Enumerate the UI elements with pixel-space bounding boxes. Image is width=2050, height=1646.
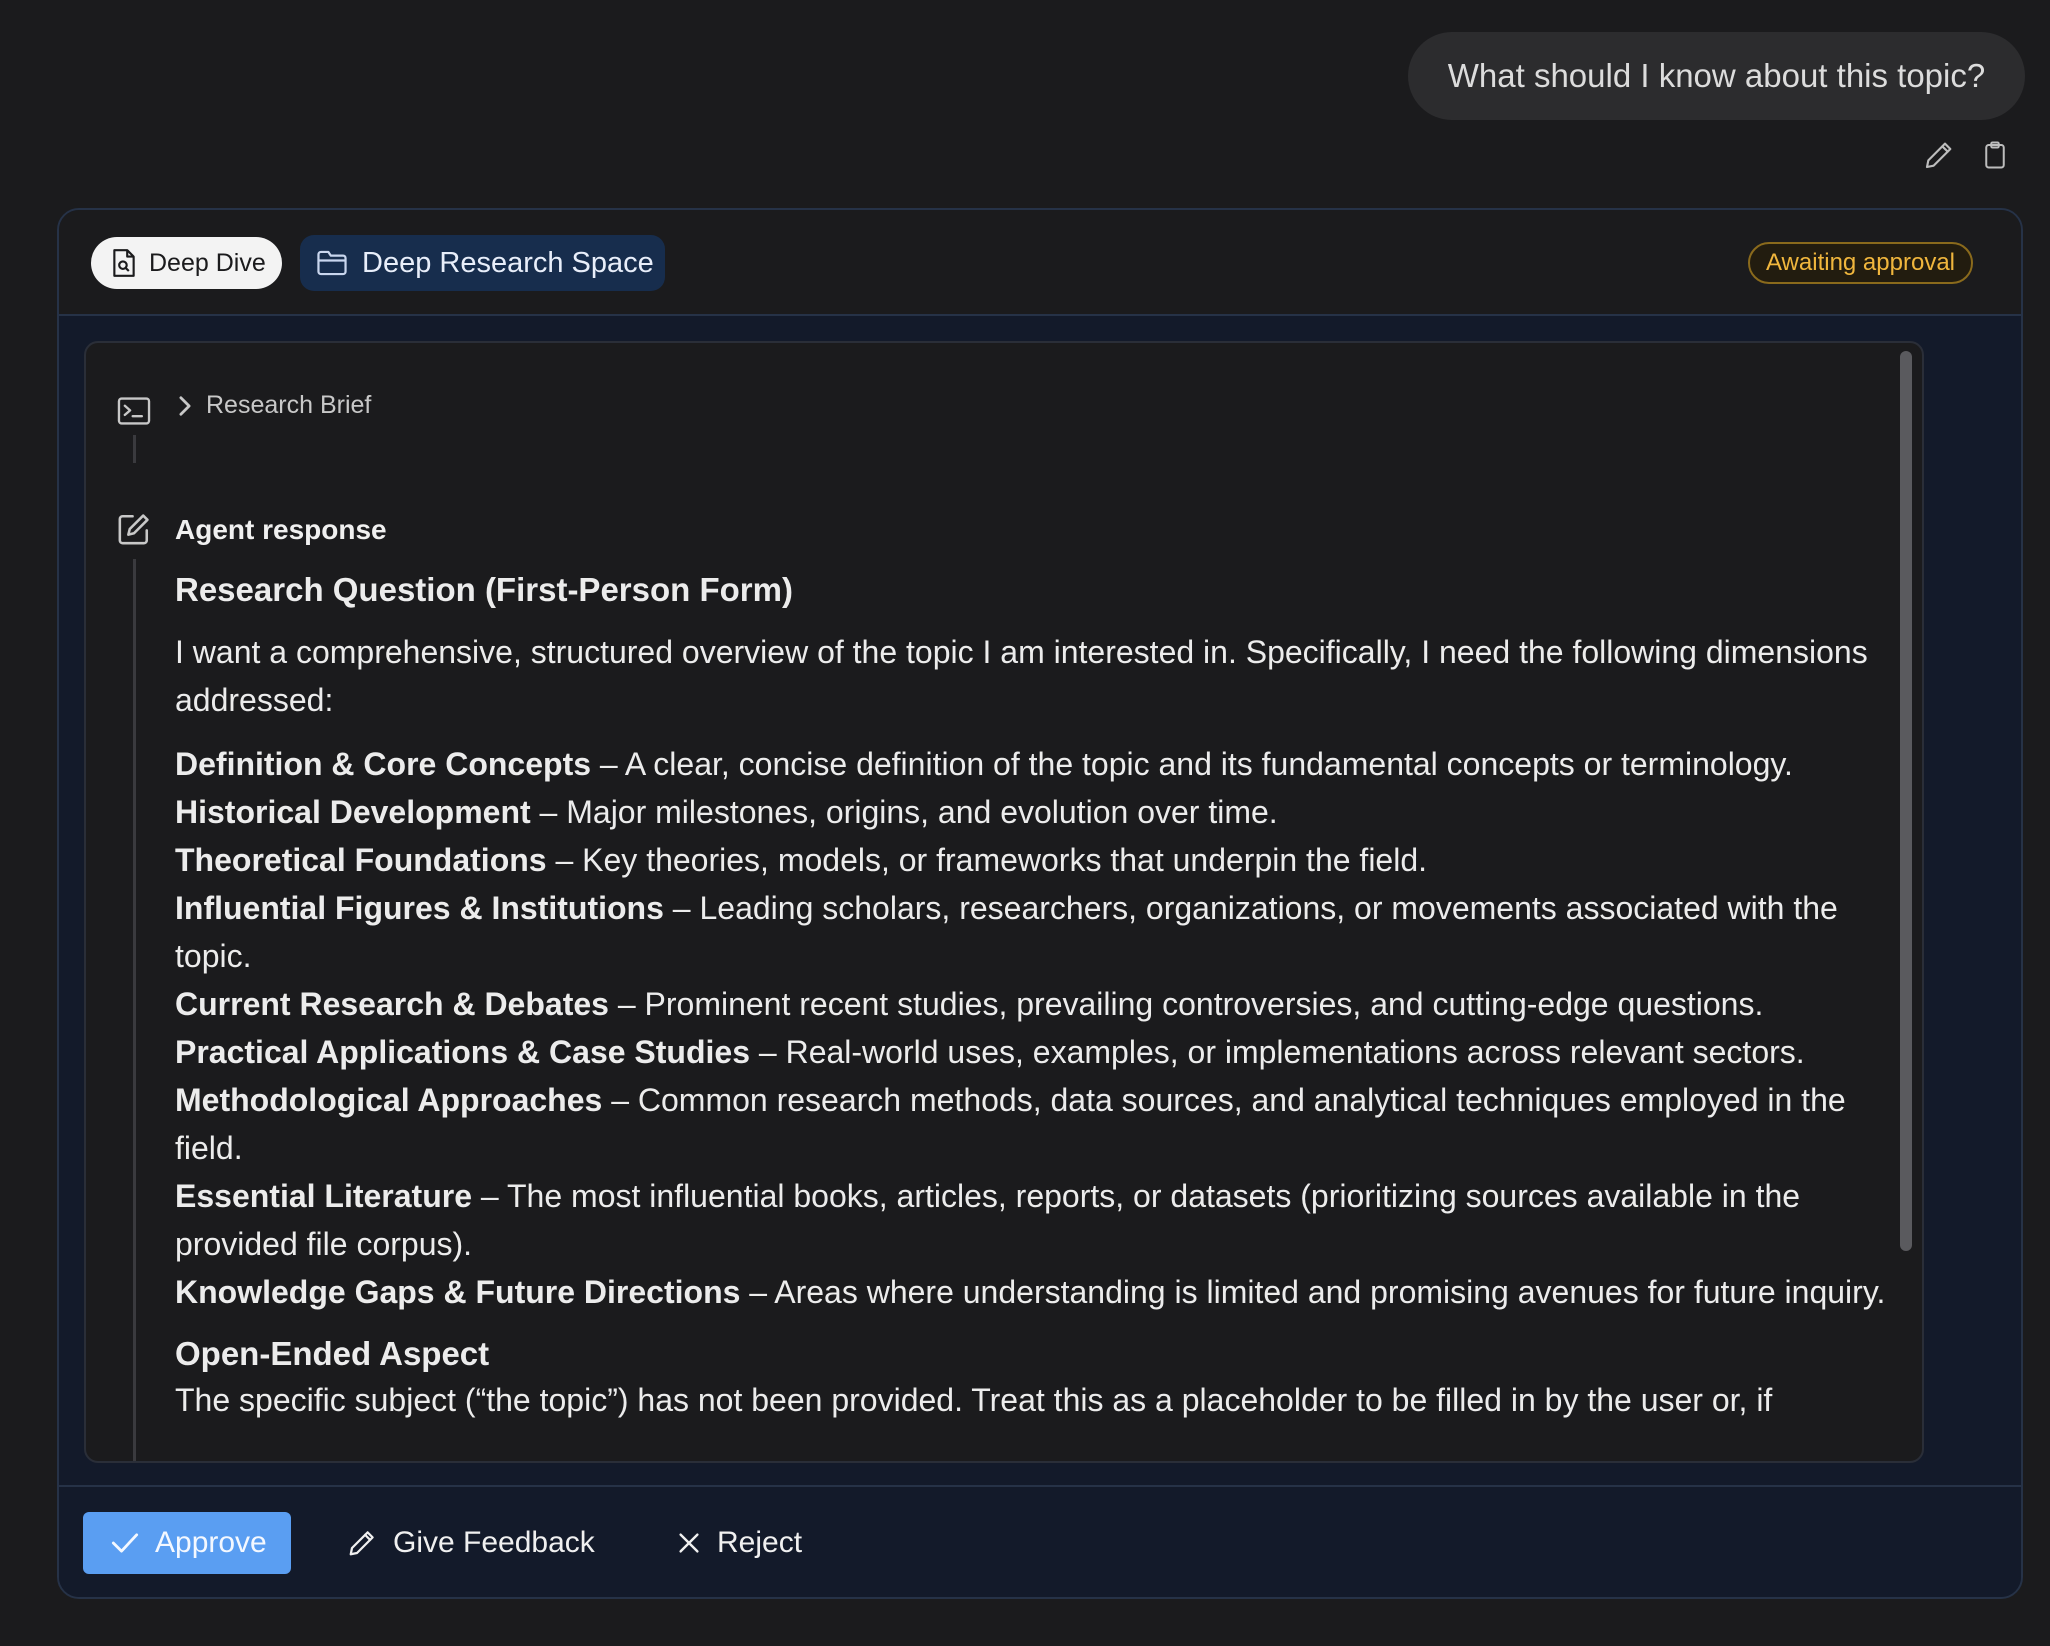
give-feedback-button[interactable]: Give Feedback: [347, 1512, 595, 1574]
user-message-bubble: What should I know about this topic?: [1408, 32, 2025, 120]
reject-button[interactable]: Reject: [677, 1512, 802, 1574]
open-ended-heading: Open-Ended Aspect: [175, 1335, 490, 1372]
list-item: Historical Development – Major milestone…: [175, 794, 1278, 830]
message-actions: [1922, 138, 2012, 172]
list-item: Essential Literature – The most influent…: [175, 1178, 1801, 1262]
action-footer: Approve Give Feedback Reject: [59, 1485, 2021, 1597]
card-header: Deep Dive Deep Research Space Awaiting a…: [59, 210, 2021, 316]
approve-button[interactable]: Approve: [83, 1512, 291, 1574]
agent-response-content: Research Question (First-Person Form) I …: [175, 568, 1905, 1440]
close-icon: [679, 1533, 699, 1553]
research-brief-toggle[interactable]: Research Brief: [178, 391, 371, 420]
list-item: Knowledge Gaps & Future Directions – Are…: [175, 1274, 1886, 1310]
deep-research-card: Deep Dive Deep Research Space Awaiting a…: [57, 208, 2023, 1599]
deep-dive-label: Deep Dive: [149, 248, 266, 277]
research-space-chip[interactable]: Deep Research Space: [300, 235, 665, 291]
pencil-icon: [1925, 142, 1952, 169]
list-item: Influential Figures & Institutions – Lea…: [175, 890, 1838, 974]
timeline-connector: [133, 559, 136, 1461]
dimensions-list: Definition & Core Concepts – A clear, co…: [175, 740, 1905, 1316]
list-item: Methodological Approaches – Common resea…: [175, 1082, 1846, 1166]
deep-dive-chip[interactable]: Deep Dive: [91, 237, 282, 289]
list-item: Theoretical Foundations – Key theories, …: [175, 842, 1428, 878]
check-icon: [111, 1533, 139, 1553]
reject-label: Reject: [717, 1526, 803, 1559]
document-search-icon: [113, 249, 135, 277]
edit-square-icon: [116, 511, 152, 547]
open-ended-paragraph: The specific subject (“the topic”) has n…: [175, 1382, 1773, 1418]
terminal-icon: [116, 393, 152, 429]
research-question-heading: Research Question (First-Person Form): [175, 571, 793, 608]
agent-output-panel[interactable]: Research Brief Agent response Research Q…: [84, 341, 1924, 1463]
copy-message-button[interactable]: [1978, 138, 2012, 172]
edit-message-button[interactable]: [1922, 138, 1956, 172]
list-item: Current Research & Debates – Prominent r…: [175, 986, 1764, 1022]
timeline-connector: [133, 435, 136, 463]
list-item: Definition & Core Concepts – A clear, co…: [175, 746, 1793, 782]
folder-icon: [317, 250, 347, 276]
status-badge: Awaiting approval: [1747, 242, 1973, 284]
research-space-label: Deep Research Space: [362, 246, 654, 279]
scrollbar-thumb[interactable]: [1900, 351, 1912, 1251]
give-feedback-label: Give Feedback: [393, 1526, 595, 1559]
clipboard-icon: [1985, 141, 2005, 169]
intro-paragraph: I want a comprehensive, structured overv…: [175, 634, 1868, 718]
approve-label: Approve: [155, 1526, 267, 1559]
user-message-text: What should I know about this topic?: [1447, 57, 1986, 94]
list-item: Practical Applications & Case Studies – …: [175, 1034, 1805, 1070]
pencil-icon: [349, 1531, 374, 1556]
research-brief-label: Research Brief: [206, 391, 372, 419]
chevron-right-icon: [179, 395, 191, 416]
agent-response-label: Agent response: [175, 514, 387, 545]
